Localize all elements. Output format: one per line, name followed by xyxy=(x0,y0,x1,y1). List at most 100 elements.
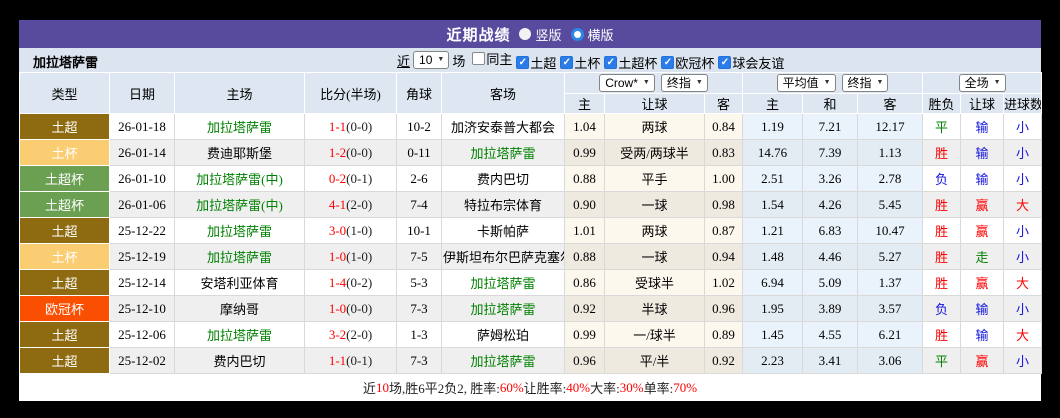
result-outcome: 负 xyxy=(922,165,962,192)
radio-selected-icon[interactable] xyxy=(570,27,584,41)
competition-filter-label: 欧冠杯 xyxy=(675,55,715,71)
checkbox-unchecked-icon[interactable] xyxy=(472,51,486,65)
odds-away: 1.02 xyxy=(703,269,744,296)
home-team: 加拉塔萨雷 xyxy=(174,243,305,270)
competition-filter-欧冠杯[interactable]: ✓ 欧冠杯 xyxy=(661,53,714,72)
avg-home-odds: 1.45 xyxy=(742,321,804,348)
avg-draw-odds: 3.89 xyxy=(802,295,859,322)
result-outcome: 胜 xyxy=(922,321,962,348)
odds-away: 1.00 xyxy=(703,165,744,192)
odds-handicap-line: 受两/两球半 xyxy=(604,139,705,166)
result-outcome: 胜 xyxy=(922,217,962,244)
home-team: 费迪耶斯堡 xyxy=(174,139,305,166)
odds-handicap-line: 一/球半 xyxy=(604,321,705,348)
avg-draw-odds: 5.09 xyxy=(802,269,859,296)
corner-count: 10-2 xyxy=(396,113,442,140)
result-handicap: 输 xyxy=(960,321,1005,348)
checkbox-checked-icon[interactable]: ✓ xyxy=(604,55,618,69)
competition-filter-同主[interactable]: 同主 xyxy=(472,49,512,68)
match-date: 25-12-02 xyxy=(109,347,175,374)
match-date: 25-12-22 xyxy=(109,217,175,244)
scope-select[interactable]: 全场 ▼ xyxy=(958,74,1006,92)
competition-filter-土杯[interactable]: ✓ 土杯 xyxy=(560,53,600,72)
sub-header-avg-away: 客 xyxy=(857,93,924,114)
checkbox-checked-icon[interactable]: ✓ xyxy=(516,55,530,69)
layout-vertical-option[interactable]: 竖版 xyxy=(519,25,562,44)
odds-stage-select[interactable]: 终指 ▼ xyxy=(660,74,708,92)
match-row: 土超 25-12-02 费内巴切 1-1(0-1) 7-3 加拉塔萨雷 0.96 平/半 0.9… xyxy=(19,347,1043,374)
match-row: 土杯 25-12-19 加拉塔萨雷 1-0(1-0) 7-5 伊斯坦布尔巴萨克塞尔 0.88… xyxy=(19,243,1043,270)
match-score: 3-0(1-0) xyxy=(304,217,397,244)
competition-filter-label: 土超杯 xyxy=(618,55,658,71)
result-handicap: 输 xyxy=(960,113,1005,140)
bookmaker-select[interactable]: Crow* ▼ xyxy=(599,74,655,92)
odds-away: 0.94 xyxy=(703,243,744,270)
avg-away-odds: 10.47 xyxy=(857,217,924,244)
results-table: 类型 日期 主场 比分(半场) 角球 客场 Crow* ▼ 终指 ▼ 平均值 ▼ 终指… xyxy=(19,72,1043,374)
chevron-down-icon: ▼ xyxy=(642,79,650,86)
avg-draw-odds: 7.21 xyxy=(802,113,859,140)
checkbox-checked-icon[interactable]: ✓ xyxy=(718,55,732,69)
recent-count-select[interactable]: 10 ▼ xyxy=(413,51,450,69)
avg-home-odds: 6.94 xyxy=(742,269,804,296)
away-team: 加拉塔萨雷 xyxy=(441,269,565,296)
avg-stage-select-value: 终指 xyxy=(847,76,872,90)
summary-segment: 60% xyxy=(499,379,524,395)
filter-bar: 加拉塔萨雷 近 10 ▼ 场 同主 ✓ 土超 ✓ 土杯 ✓ 土超杯 ✓ 欧冠杯 ✓ 球会友谊 xyxy=(19,48,1041,72)
avg-home-odds: 1.21 xyxy=(742,217,804,244)
avg-home-odds: 1.54 xyxy=(742,191,804,218)
chevron-down-icon: ▼ xyxy=(695,79,703,86)
sub-header-goals: 进球数 xyxy=(1003,93,1043,114)
competition-filter-label: 土杯 xyxy=(574,55,601,71)
layout-horizontal-label: 横版 xyxy=(587,27,614,43)
team-name: 加拉塔萨雷 xyxy=(33,55,99,70)
summary-segment: 单率: xyxy=(643,381,674,396)
home-team: 费内巴切 xyxy=(174,347,305,374)
away-team: 加拉塔萨雷 xyxy=(441,295,565,322)
average-select[interactable]: 平均值 ▼ xyxy=(776,74,836,92)
recent-count-value: 10 xyxy=(419,53,433,67)
corner-count: 2-6 xyxy=(396,165,442,192)
competition-filter-土超[interactable]: ✓ 土超 xyxy=(516,53,556,72)
competition-filter-label: 同主 xyxy=(486,51,513,67)
home-team: 加拉塔萨雷(中) xyxy=(174,191,305,218)
avg-stage-select[interactable]: 终指 ▼ xyxy=(841,74,889,92)
result-handicap: 赢 xyxy=(960,347,1005,374)
competition-filter-球会友谊[interactable]: ✓ 球会友谊 xyxy=(718,53,784,72)
competition-filter-土超杯[interactable]: ✓ 土超杯 xyxy=(604,53,657,72)
result-outcome: 平 xyxy=(922,347,962,374)
home-team: 安塔利亚体育 xyxy=(174,269,305,296)
result-outcome: 平 xyxy=(922,113,962,140)
match-score: 1-0(1-0) xyxy=(304,243,397,270)
match-date: 26-01-18 xyxy=(109,113,175,140)
corner-count: 5-3 xyxy=(396,269,442,296)
competition-filter-label: 土超 xyxy=(530,55,557,71)
avg-home-odds: 1.19 xyxy=(742,113,804,140)
radio-unselected-icon[interactable] xyxy=(519,28,532,40)
checkbox-checked-icon[interactable]: ✓ xyxy=(560,55,574,69)
average-selects-cell: 平均值 ▼ 终指 ▼ xyxy=(742,72,924,94)
home-team: 加拉塔萨雷(中) xyxy=(174,165,305,192)
filter-controls: 近 10 ▼ 场 同主 ✓ 土超 ✓ 土杯 ✓ 土超杯 ✓ 欧冠杯 ✓ 球会友谊 xyxy=(397,48,784,72)
summary-bar: 近 10 场,胜6平2负2, 胜率: 60% 让胜率: 40% 大率: 30% 单率: 70… xyxy=(19,374,1041,401)
avg-away-odds: 6.21 xyxy=(857,321,924,348)
away-team: 加济安泰普大都会 xyxy=(441,113,565,140)
checkbox-checked-icon[interactable]: ✓ xyxy=(661,55,675,69)
result-goals: 小 xyxy=(1003,165,1043,192)
layout-horizontal-option[interactable]: 横版 xyxy=(570,25,614,44)
bookmaker-select-value: Crow* xyxy=(605,76,638,90)
scope-select-value: 全场 xyxy=(964,76,989,90)
match-row: 土超 26-01-18 加拉塔萨雷 1-1(0-0) 10-2 加济安泰普大都会 1.04 两… xyxy=(19,113,1043,140)
match-score: 1-1(0-1) xyxy=(304,347,397,374)
odds-away: 0.96 xyxy=(703,295,744,322)
odds-home: 0.96 xyxy=(564,347,605,374)
home-team: 加拉塔萨雷 xyxy=(174,113,305,140)
avg-away-odds: 3.06 xyxy=(857,347,924,374)
chevron-down-icon: ▼ xyxy=(823,79,831,86)
result-goals: 大 xyxy=(1003,321,1043,348)
summary-segment: 近 xyxy=(362,381,376,396)
scope-select-cell: 全场 ▼ xyxy=(922,72,1043,94)
odds-home: 1.04 xyxy=(564,113,605,140)
summary-segment: 30% xyxy=(619,379,644,395)
away-team: 加拉塔萨雷 xyxy=(441,347,565,374)
